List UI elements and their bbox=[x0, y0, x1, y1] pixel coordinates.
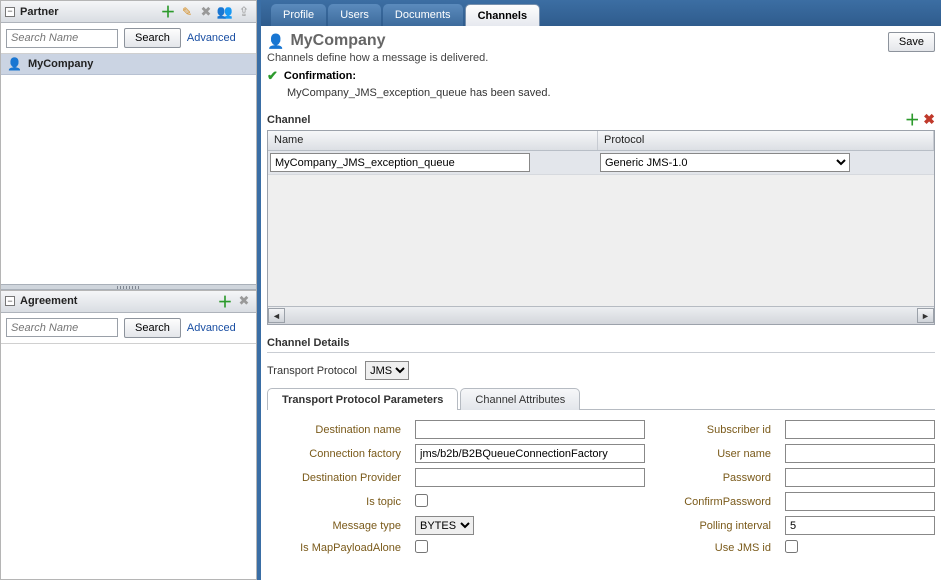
col-name: Name bbox=[268, 131, 598, 150]
channel-section-label: Channel bbox=[267, 114, 310, 126]
confirm-password-input[interactable] bbox=[785, 492, 935, 511]
partner-item-mycompany[interactable]: 👤 MyCompany bbox=[1, 54, 256, 75]
plus-icon[interactable]: ＋ bbox=[904, 111, 920, 127]
collapse-icon[interactable]: − bbox=[5, 7, 15, 17]
agreement-advanced-link[interactable]: Advanced bbox=[187, 322, 236, 334]
export-icon[interactable]: ⇪ bbox=[236, 4, 252, 20]
confirmation-message: MyCompany_JMS_exception_queue has been s… bbox=[287, 87, 935, 99]
transport-params-form: Destination name Subscriber id Connectio… bbox=[267, 410, 935, 556]
agreement-panel-header: − Agreement ＋ ✖ bbox=[1, 291, 256, 313]
is-map-label: Is MapPayloadAlone bbox=[275, 542, 405, 554]
tab-profile[interactable]: Profile bbox=[271, 4, 326, 26]
plus-icon[interactable]: ＋ bbox=[217, 293, 233, 309]
destination-provider-label: Destination Provider bbox=[275, 472, 405, 484]
channel-details-title: Channel Details bbox=[267, 337, 935, 353]
partner-panel-title: Partner bbox=[20, 6, 157, 18]
transport-protocol-select[interactable]: JMS bbox=[365, 361, 409, 380]
use-jms-id-checkbox[interactable] bbox=[785, 540, 798, 553]
plus-icon[interactable]: ＋ bbox=[160, 4, 176, 20]
is-topic-checkbox[interactable] bbox=[415, 494, 428, 507]
scroll-left-icon[interactable]: ◄ bbox=[268, 308, 285, 323]
is-map-checkbox[interactable] bbox=[415, 540, 428, 553]
tab-users[interactable]: Users bbox=[328, 4, 381, 26]
grid-scrollbar[interactable]: ◄ ► bbox=[268, 306, 934, 324]
partner-panel: − Partner ＋ ✎ ✖ 👥 ⇪ Search Advanced 👤 My… bbox=[0, 0, 257, 291]
table-row[interactable]: Generic JMS-1.0 bbox=[268, 151, 934, 175]
grid-header: Name Protocol bbox=[268, 131, 934, 151]
channel-grid: Name Protocol Generic JMS-1.0 ◄ bbox=[267, 130, 935, 325]
protocol-select[interactable]: Generic JMS-1.0 bbox=[600, 153, 850, 172]
polling-interval-label: Polling interval bbox=[655, 520, 775, 532]
password-label: Password bbox=[655, 472, 775, 484]
details-subtabs: Transport Protocol Parameters Channel At… bbox=[267, 386, 935, 410]
check-icon: ✔ bbox=[267, 68, 278, 84]
channel-section-header: Channel ＋ ✖ bbox=[267, 111, 935, 128]
tab-channels[interactable]: Channels bbox=[465, 4, 541, 26]
partner-search-row: Search Advanced bbox=[1, 23, 256, 54]
agreement-search-row: Search Advanced bbox=[1, 313, 256, 344]
save-button[interactable]: Save bbox=[888, 32, 935, 52]
is-topic-label: Is topic bbox=[275, 496, 405, 508]
user-name-label: User name bbox=[655, 448, 775, 460]
confirm-password-label: ConfirmPassword bbox=[655, 496, 775, 508]
page-title-row: 👤 MyCompany bbox=[267, 32, 935, 50]
pencil-icon[interactable]: ✎ bbox=[179, 4, 195, 20]
user-icon: 👤 bbox=[267, 33, 284, 50]
subtab-channel-attributes[interactable]: Channel Attributes bbox=[460, 388, 580, 410]
subtab-transport-params[interactable]: Transport Protocol Parameters bbox=[267, 388, 458, 410]
delete-icon[interactable]: ✖ bbox=[923, 111, 935, 128]
resize-handle[interactable] bbox=[1, 284, 256, 290]
connection-factory-label: Connection factory bbox=[275, 448, 405, 460]
tab-documents[interactable]: Documents bbox=[383, 4, 463, 26]
destination-provider-input[interactable] bbox=[415, 468, 645, 487]
destination-name-input[interactable] bbox=[415, 420, 645, 439]
connection-factory-input[interactable] bbox=[415, 444, 645, 463]
partner-search-input[interactable] bbox=[6, 29, 118, 48]
tabs-bar: Profile Users Documents Channels bbox=[261, 0, 941, 26]
users-icon: 👥 bbox=[217, 4, 233, 20]
page-subtext: Channels define how a message is deliver… bbox=[267, 52, 935, 64]
delete-icon: ✖ bbox=[198, 4, 214, 20]
agreement-panel: − Agreement ＋ ✖ Search Advanced bbox=[0, 291, 257, 580]
partner-advanced-link[interactable]: Advanced bbox=[187, 32, 236, 44]
sidebar: − Partner ＋ ✎ ✖ 👥 ⇪ Search Advanced 👤 My… bbox=[0, 0, 261, 580]
password-input[interactable] bbox=[785, 468, 935, 487]
message-type-label: Message type bbox=[275, 520, 405, 532]
user-icon: 👤 bbox=[7, 57, 22, 71]
main-area: Profile Users Documents Channels Save 👤 … bbox=[261, 0, 941, 580]
collapse-icon[interactable]: − bbox=[5, 296, 15, 306]
partner-item-label: MyCompany bbox=[28, 58, 93, 70]
destination-name-label: Destination name bbox=[275, 424, 405, 436]
message-type-select[interactable]: BYTES bbox=[415, 516, 474, 535]
partner-list-empty bbox=[1, 75, 256, 284]
agreement-search-button[interactable]: Search bbox=[124, 318, 181, 338]
grid-empty-body bbox=[268, 175, 934, 306]
partner-panel-header: − Partner ＋ ✎ ✖ 👥 ⇪ bbox=[1, 1, 256, 23]
confirmation-label: Confirmation: bbox=[284, 70, 356, 82]
channel-name-input[interactable] bbox=[270, 153, 530, 172]
subscriber-id-label: Subscriber id bbox=[655, 424, 775, 436]
page-title: MyCompany bbox=[290, 32, 385, 50]
user-name-input[interactable] bbox=[785, 444, 935, 463]
content: Save 👤 MyCompany Channels define how a m… bbox=[261, 26, 941, 580]
delete-icon: ✖ bbox=[236, 293, 252, 309]
agreement-search-input[interactable] bbox=[6, 318, 118, 337]
confirmation-header: ✔ Confirmation: bbox=[267, 68, 935, 84]
agreement-panel-title: Agreement bbox=[20, 295, 214, 307]
use-jms-id-label: Use JMS id bbox=[655, 542, 775, 554]
partner-search-button[interactable]: Search bbox=[124, 28, 181, 48]
col-protocol: Protocol bbox=[598, 131, 934, 150]
subscriber-id-input[interactable] bbox=[785, 420, 935, 439]
scroll-right-icon[interactable]: ► bbox=[917, 308, 934, 323]
transport-protocol-label: Transport Protocol bbox=[267, 365, 357, 377]
transport-protocol-row: Transport Protocol JMS bbox=[267, 361, 935, 380]
polling-interval-input[interactable] bbox=[785, 516, 935, 535]
agreement-list-empty bbox=[1, 344, 256, 580]
